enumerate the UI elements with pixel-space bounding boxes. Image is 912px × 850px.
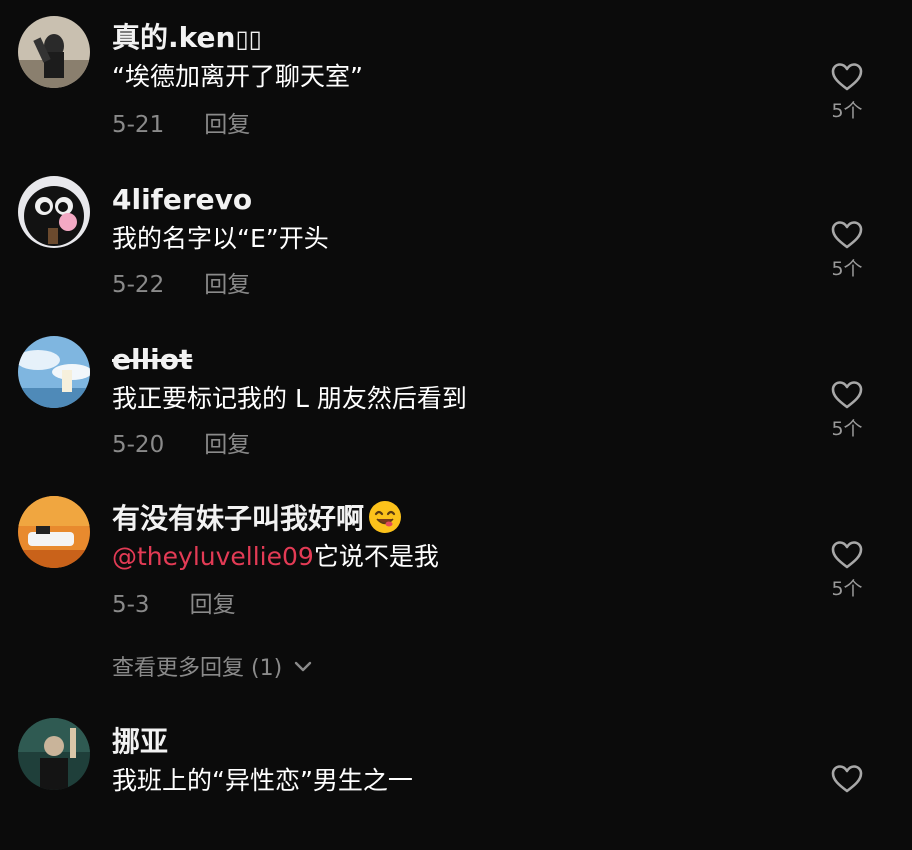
heart-icon — [831, 221, 863, 249]
like-button[interactable]: 5个 — [822, 220, 872, 280]
comment-username[interactable]: 4liferevo — [112, 182, 252, 218]
comment-date: 5-20 — [112, 432, 165, 458]
like-count: 5个 — [831, 258, 863, 280]
comment-item: 真的.ken▯▯ “埃德加离开了聊天室” 5-21 回复 5个 — [0, 0, 912, 150]
comment-item: elliot 我正要标记我的 L 朋友然后看到 5-20 回复 5个 — [0, 320, 912, 470]
view-more-replies-button[interactable]: 查看更多回复 (1) — [112, 652, 312, 684]
like-button[interactable]: 5个 — [822, 380, 872, 440]
avatar[interactable] — [18, 336, 90, 408]
comment-text: 我的名字以“E”开头 — [112, 224, 329, 253]
like-count: 5个 — [831, 100, 863, 122]
reply-button[interactable]: 回复 — [204, 432, 250, 458]
mention-link[interactable]: @theyluvellie09 — [112, 542, 314, 571]
comment-text-body: 它说不是我 — [313, 542, 439, 571]
reply-button[interactable]: 回复 — [204, 112, 250, 138]
comment-username[interactable]: 挪亚 — [112, 724, 168, 760]
comment-meta: 5-21 回复 — [112, 110, 250, 140]
comment-date: 5-21 — [112, 112, 165, 138]
comment-meta: 5-22 回复 — [112, 270, 250, 300]
heart-icon — [831, 765, 863, 793]
avatar[interactable] — [18, 16, 90, 88]
avatar[interactable] — [18, 496, 90, 568]
comment-text: 我正要标记我的 L 朋友然后看到 — [112, 384, 467, 413]
username-text: 真的.ken — [112, 21, 236, 54]
reply-button[interactable]: 回复 — [204, 272, 250, 298]
comment-username[interactable]: elliot — [112, 342, 192, 378]
comment-meta: 5-3 回复 — [112, 590, 236, 620]
heart-icon — [831, 381, 863, 409]
like-count: 5个 — [831, 418, 863, 440]
avatar[interactable] — [18, 718, 90, 790]
comment-item: 有没有妹子叫我好啊 @theyluvellie09它说不是我 5-3 回复 5个 — [0, 480, 912, 630]
like-button[interactable]: 5个 — [822, 540, 872, 600]
chevron-down-icon — [294, 652, 312, 682]
comment-item: 挪亚 我班上的“异性恋”男生之一 — [0, 700, 912, 850]
like-button[interactable]: 5个 — [822, 62, 872, 122]
username-text: 有没有妹子叫我好啊 — [112, 502, 365, 535]
smiling-face-emoji-icon — [369, 501, 402, 533]
comment-text: “埃德加离开了聊天室” — [112, 62, 363, 91]
heart-icon — [831, 63, 863, 91]
like-button[interactable] — [822, 764, 872, 794]
comment-meta: 5-20 回复 — [112, 430, 250, 460]
comment-date: 5-22 — [112, 272, 165, 298]
view-more-label: 查看更多回复 (1) — [112, 656, 283, 681]
comment-username[interactable]: 真的.ken▯▯ — [112, 20, 262, 57]
heart-icon — [831, 541, 863, 569]
comment-text: @theyluvellie09它说不是我 — [112, 540, 439, 574]
comment-item: 4liferevo 我的名字以“E”开头 5-22 回复 5个 — [0, 160, 912, 310]
comment-username[interactable]: 有没有妹子叫我好啊 — [112, 500, 402, 537]
like-count: 5个 — [831, 578, 863, 600]
username-suffix-glyphs: ▯▯ — [235, 25, 262, 53]
comment-date: 5-3 — [112, 592, 150, 618]
reply-button[interactable]: 回复 — [190, 592, 236, 618]
comment-text: 我班上的“异性恋”男生之一 — [112, 766, 413, 795]
avatar[interactable] — [18, 176, 90, 248]
